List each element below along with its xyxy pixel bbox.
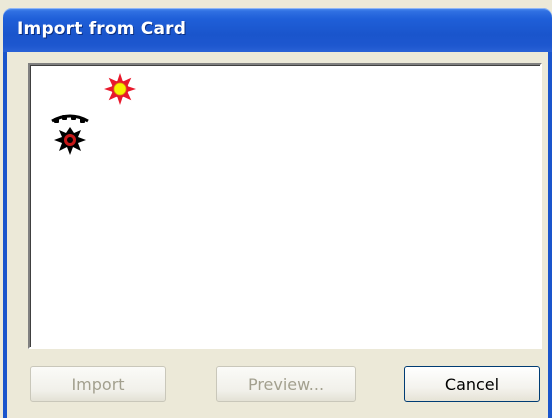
- title-bar[interactable]: Import from Card: [3, 8, 552, 52]
- bomb-icon[interactable]: [46, 109, 94, 161]
- preview-button[interactable]: Preview...: [216, 366, 356, 402]
- window-frame-right: [548, 52, 552, 418]
- cancel-button[interactable]: Cancel: [404, 366, 540, 402]
- window-title: Import from Card: [17, 19, 187, 39]
- import-button[interactable]: Import: [30, 366, 166, 402]
- card-contents-list[interactable]: [28, 63, 542, 349]
- flower-icon[interactable]: [102, 71, 138, 107]
- import-from-card-dialog: Import from Card Import Preview... Cance…: [0, 0, 552, 418]
